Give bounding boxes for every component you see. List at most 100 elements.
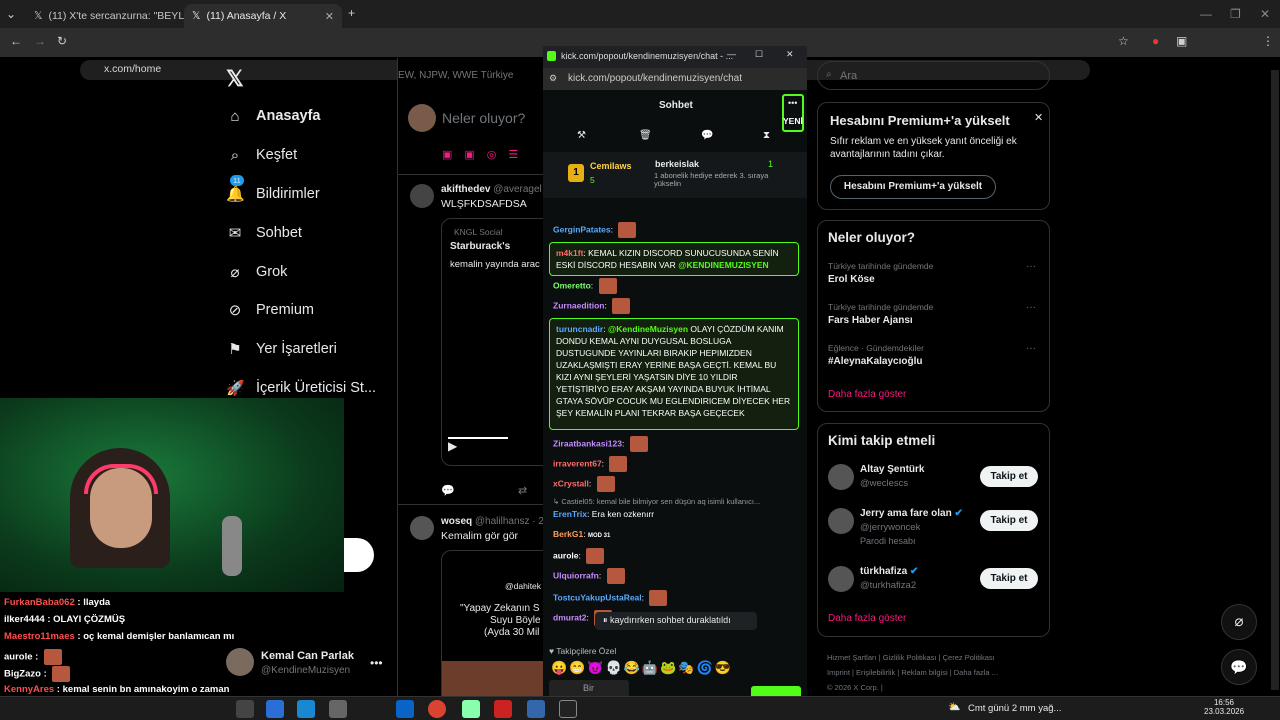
close-icon[interactable]: ✕	[325, 10, 334, 23]
post-author[interactable]: akifthedev @averagel	[441, 184, 542, 195]
reply-icon[interactable]: 💬	[441, 484, 455, 497]
chat-message-highlighted[interactable]: turuncnadir: @KendineMuzisyen OLAYI ÇÖZD…	[549, 318, 799, 430]
follow-name[interactable]: Jerry ama fare olan ✔	[860, 508, 963, 519]
more-options-button[interactable]: ••• YENİ	[782, 94, 804, 132]
show-more-link[interactable]: Daha fazla göster	[828, 389, 906, 400]
avatar[interactable]	[828, 508, 854, 534]
sidebar-item-bell[interactable]: 🔔 Bildirimler 11	[226, 175, 320, 209]
tab-x-home[interactable]: 𝕏 (11) Anasayfa / X ✕	[184, 4, 342, 28]
extension-icon[interactable]: ●	[1152, 34, 1159, 48]
grok-button[interactable]: ⌀	[1221, 604, 1257, 640]
reply-preview[interactable]: ↳ Castiel05: kemal bile bilmiyor sen düş…	[553, 496, 799, 508]
chat-message[interactable]: ErenTrix: Era ken ozkenırr	[553, 508, 799, 520]
weather-text[interactable]: Cmt günü 2 mm yağ...	[968, 703, 1061, 714]
chat-message[interactable]: Omeretto:	[553, 278, 799, 294]
footer-link[interactable]: Reklam bilgisi	[901, 668, 947, 677]
more-icon[interactable]: ···	[1026, 343, 1036, 354]
sidebar-item-grok[interactable]: ⌀ Grok	[226, 257, 287, 287]
video-progress[interactable]	[448, 437, 508, 439]
chat-message[interactable]: Ziraatbankasi123:	[553, 436, 799, 452]
follow-button[interactable]: Takip et	[980, 466, 1038, 487]
maximize-icon[interactable]: ❐	[1230, 7, 1241, 21]
close-icon[interactable]: ✕	[786, 49, 794, 60]
app-icon[interactable]	[266, 700, 284, 718]
sidebar-item-home[interactable]: ⌂ Anasayfa	[226, 101, 320, 131]
show-more-link[interactable]: Daha fazla göster	[828, 613, 906, 624]
chat-message[interactable]: xCrystall:	[553, 476, 799, 492]
trend-item[interactable]: Türkiye tarihinde gündemde Fars Haber Aj…	[828, 302, 1038, 326]
messages-button[interactable]: 💬	[1221, 649, 1257, 685]
avatar[interactable]	[828, 464, 854, 490]
follow-button[interactable]: Takip et	[980, 568, 1038, 589]
sidebar-item-premium[interactable]: ⊘ Premium	[226, 295, 314, 325]
chat-message[interactable]: GerginPatates:	[553, 222, 799, 238]
footer-link[interactable]: © 2026 X Corp.	[827, 683, 879, 692]
play-icon[interactable]: ▶	[448, 439, 457, 453]
follow-name[interactable]: türkhafiza ✔	[860, 566, 918, 577]
clock[interactable]: 16:56 23.03.2026	[1204, 698, 1244, 716]
new-tab-button[interactable]: +	[348, 6, 355, 20]
chat-bubble-icon[interactable]: 💬	[701, 130, 713, 141]
post-author[interactable]: woseq @halilhansz · 2	[441, 516, 544, 527]
slow-mode-icon[interactable]: ⧗	[763, 130, 770, 141]
footer-link[interactable]: Gizlilik Politikası	[883, 653, 937, 662]
bookmark-star-icon[interactable]: ☆	[1118, 34, 1129, 48]
app-icon[interactable]	[527, 700, 545, 718]
compose-input[interactable]: Neler oluyor?	[442, 110, 525, 126]
x-logo-icon[interactable]: 𝕏	[226, 66, 244, 92]
trend-item[interactable]: Eğlence · Gündemdekiler #AleynaKalaycıoğ…	[828, 343, 1038, 367]
app-icon[interactable]	[494, 700, 512, 718]
follow-name[interactable]: Altay Şentürk	[860, 464, 924, 475]
close-icon[interactable]: ✕	[1034, 111, 1043, 124]
minimize-icon[interactable]: —	[1200, 7, 1212, 21]
footer-link[interactable]: Imprint	[827, 668, 850, 677]
task-view-icon[interactable]	[236, 700, 254, 718]
back-icon[interactable]: ←	[10, 34, 22, 48]
forward-icon[interactable]: →	[34, 34, 46, 48]
repost-icon[interactable]: ⇄	[518, 484, 527, 497]
premium-upgrade-button[interactable]: Hesabını Premium+'a yükselt	[830, 175, 996, 199]
chrome-icon[interactable]	[428, 700, 446, 718]
sidebar-item-mail[interactable]: ✉ Sohbet	[226, 218, 302, 248]
footer-link[interactable]: Daha fazla ...	[954, 668, 998, 677]
sidebar-item-bookmark[interactable]: ⚑ Yer İşaretleri	[226, 334, 337, 364]
footer-link[interactable]: Çerez Politikası	[943, 653, 995, 662]
close-window-icon[interactable]: ✕	[1260, 7, 1270, 21]
follow-button[interactable]: Takip et	[980, 510, 1038, 531]
chat-paused-banner[interactable]: ⏸ kaydırırken sohbet duraklatıldı	[595, 612, 757, 630]
trash-icon[interactable]: 🗑	[639, 130, 652, 141]
chat-message[interactable]: BerkG1: MOD 31	[553, 528, 799, 542]
compose-tools[interactable]: ▣▣◎☰	[442, 148, 530, 161]
footer-link[interactable]: Erişilebilirlik	[856, 668, 895, 677]
more-icon[interactable]: ···	[1026, 261, 1036, 272]
chat-message[interactable]: Zurnaedition:	[553, 298, 799, 314]
mail-app-icon[interactable]	[396, 700, 414, 718]
menu-kebab-icon[interactable]: ⋮	[1262, 34, 1274, 48]
chat-message[interactable]: TostcuYakupUstaReal:	[553, 590, 799, 606]
chat-message[interactable]: Ulquiorrafn:	[553, 568, 799, 584]
maximize-icon[interactable]: ☐	[755, 49, 763, 60]
more-icon[interactable]: •••	[370, 656, 383, 670]
weather-icon[interactable]: ⛅	[948, 702, 960, 713]
emote-bar[interactable]: 😛😁😈💀😂🤖🐸🎭🌀😎	[551, 660, 733, 676]
sidebar-item-search[interactable]: ⌕ Keşfet	[226, 140, 297, 170]
reload-icon[interactable]: ↻	[57, 34, 67, 48]
obs-icon[interactable]	[559, 700, 577, 718]
chat-message[interactable]: aurole:	[553, 548, 799, 564]
trend-item[interactable]: Türkiye tarihinde gündemde Erol Köse ···	[828, 261, 1038, 285]
dm-button[interactable]	[344, 538, 374, 572]
scrollbar[interactable]	[1271, 70, 1279, 690]
chat-message[interactable]: irraverent67:	[553, 456, 799, 472]
app-icon[interactable]	[462, 700, 480, 718]
extensions-puzzle-icon[interactable]: ▣	[1176, 34, 1187, 48]
edge-icon[interactable]	[297, 700, 315, 718]
site-settings-icon[interactable]: ⚙	[549, 73, 557, 84]
chat-message-highlighted[interactable]: m4k1ft: KEMAL KIZIN DISCORD SUNUCUSUNDA …	[549, 242, 799, 276]
more-icon[interactable]: ···	[1026, 302, 1036, 313]
avatar[interactable]	[828, 566, 854, 592]
mod-hammer-icon[interactable]: ⚒	[577, 130, 586, 141]
store-icon[interactable]	[329, 700, 347, 718]
tab-twitter-post[interactable]: 𝕏 (11) X'te sercanzurna: "BEYLER I ✕	[26, 4, 184, 28]
tab-search-icon[interactable]: ⌄	[6, 7, 16, 21]
search-input[interactable]: ⌕ Ara	[817, 61, 1050, 90]
